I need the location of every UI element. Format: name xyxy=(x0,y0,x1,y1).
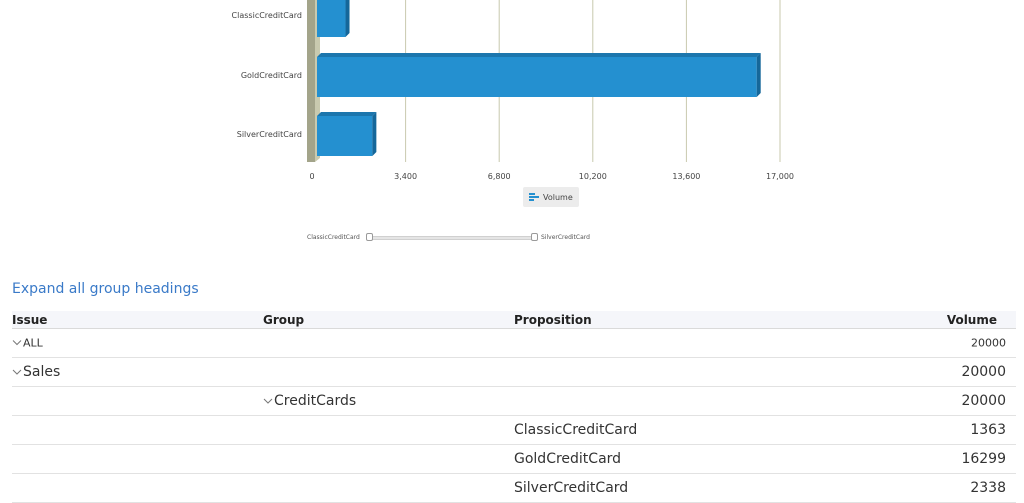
bar[interactable] xyxy=(317,57,757,97)
header-volume[interactable]: Volume xyxy=(947,313,997,327)
table-row[interactable]: SilverCreditCard 2338 xyxy=(12,474,1016,503)
volume-cell: 16299 xyxy=(961,451,1006,467)
volume-cell: 20000 xyxy=(971,336,1006,350)
chart-legend[interactable]: Volume xyxy=(523,187,579,207)
header-issue[interactable]: Issue xyxy=(12,313,47,327)
bar-side-face xyxy=(756,53,761,97)
slider-track[interactable] xyxy=(369,236,534,240)
table-row[interactable]: Sales 20000 xyxy=(12,358,1016,387)
issue-label: Sales xyxy=(23,364,61,380)
bar-chart-icon xyxy=(529,193,539,201)
slider-right-label: SilverCreditCard xyxy=(541,234,590,241)
slider-right-handle[interactable] xyxy=(531,233,538,241)
x-tick-label: 0 xyxy=(309,172,314,181)
volume-grid: Issue Group Proposition Volume ALL 20000… xyxy=(12,311,1016,503)
chevron-down-icon[interactable] xyxy=(12,339,22,347)
table-row[interactable]: ALL 20000 xyxy=(12,329,1016,358)
chart-range-slider[interactable]: ClassicCreditCard SilverCreditCard xyxy=(300,231,600,245)
bar-side-face xyxy=(345,0,350,37)
header-proposition[interactable]: Proposition xyxy=(514,313,592,327)
proposition-cell: SilverCreditCard xyxy=(514,480,629,496)
group-label: CreditCards xyxy=(274,393,357,409)
slider-left-label: ClassicCreditCard xyxy=(307,234,360,241)
table-row[interactable]: CreditCards 20000 xyxy=(12,387,1016,416)
slider-left-handle[interactable] xyxy=(366,233,373,241)
proposition-cell: ClassicCreditCard xyxy=(514,422,638,438)
issue-label: ALL xyxy=(23,336,43,350)
group-cell[interactable]: CreditCards xyxy=(263,393,356,409)
x-tick-label: 3,400 xyxy=(394,172,417,181)
x-tick-label: 10,200 xyxy=(579,172,607,181)
bar[interactable] xyxy=(317,116,373,156)
issue-cell[interactable]: Sales xyxy=(12,364,60,380)
bar-top-face xyxy=(317,53,761,57)
chevron-down-icon[interactable] xyxy=(12,368,22,376)
legend-label: Volume xyxy=(543,192,573,202)
volume-cell: 1363 xyxy=(970,422,1006,438)
x-tick-label: 17,000 xyxy=(766,172,794,181)
header-group[interactable]: Group xyxy=(263,313,304,327)
grid-header: Issue Group Proposition Volume xyxy=(12,311,1016,329)
x-tick-label: 13,600 xyxy=(672,172,700,181)
x-tick-label: 6,800 xyxy=(488,172,511,181)
table-row[interactable]: ClassicCreditCard 1363 xyxy=(12,416,1016,445)
bar-side-face xyxy=(372,112,377,156)
volume-bar-chart: ClassicCreditCard GoldCreditCard SilverCre… xyxy=(232,0,794,181)
expand-all-group-headings-link[interactable]: Expand all group headings xyxy=(12,281,199,297)
chevron-down-icon[interactable] xyxy=(263,397,273,405)
y-tick-label: ClassicCreditCard xyxy=(232,11,302,20)
table-row[interactable]: GoldCreditCard 16299 xyxy=(12,445,1016,474)
proposition-cell: GoldCreditCard xyxy=(514,451,622,467)
bar-top-face xyxy=(317,112,377,116)
bar[interactable] xyxy=(317,0,346,37)
volume-cell: 20000 xyxy=(961,364,1006,380)
volume-cell: 2338 xyxy=(970,480,1006,496)
chart-y-axis-wall xyxy=(307,0,315,162)
y-tick-label: GoldCreditCard xyxy=(241,71,302,80)
y-tick-label: SilverCreditCard xyxy=(237,130,302,139)
issue-cell[interactable]: ALL xyxy=(12,337,43,350)
volume-cell: 20000 xyxy=(961,393,1006,409)
